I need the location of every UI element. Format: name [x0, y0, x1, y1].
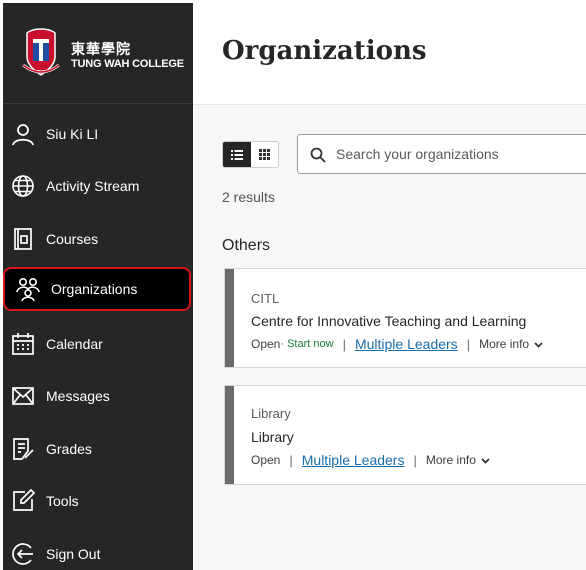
list-view-button[interactable] — [223, 142, 251, 167]
grid-view-button[interactable] — [251, 142, 279, 167]
tools-icon — [10, 488, 36, 514]
status-text: Open — [251, 337, 281, 351]
page-title: Organizations — [222, 36, 427, 66]
nav-item-label: Grades — [46, 441, 92, 457]
nav-item-organizations[interactable]: Organizations — [3, 267, 191, 311]
chevron-down-icon — [534, 342, 543, 348]
nav-item-tools[interactable]: Tools — [3, 479, 193, 523]
calendar-icon — [10, 331, 36, 357]
multiple-leaders-link[interactable]: Multiple Leaders — [302, 452, 405, 468]
nav-item-label: Siu Ki LI — [46, 126, 99, 142]
nav-item-label: Tools — [46, 493, 79, 509]
nav-item-grades[interactable]: Grades — [3, 427, 193, 471]
nav-item-label: Activity Stream — [46, 178, 140, 194]
nav-item-label: Sign Out — [46, 546, 101, 562]
nav-item-messages[interactable]: Messages — [3, 374, 193, 418]
organization-name[interactable]: Centre for Innovative Teaching and Learn… — [251, 313, 526, 329]
logo-english-name: TUNG WAH COLLEGE — [71, 58, 184, 70]
nav-item-label: Organizations — [51, 281, 138, 297]
nav-item-label: Calendar — [46, 336, 103, 352]
organizations-icon — [15, 276, 41, 302]
organization-code: CITL — [251, 291, 280, 306]
multiple-leaders-link[interactable]: Multiple Leaders — [355, 336, 458, 352]
status-text: Open — [251, 453, 281, 467]
grades-icon — [10, 436, 36, 462]
nav-divider — [3, 103, 193, 104]
nav-item-calendar[interactable]: Calendar — [3, 322, 193, 366]
more-info-button[interactable]: More info — [426, 453, 490, 467]
logo-chinese-name: 東華學院 — [71, 42, 131, 58]
grid-view-icon — [258, 149, 270, 160]
sign-out-icon — [10, 541, 36, 567]
chevron-down-icon — [481, 458, 490, 464]
globe-icon — [10, 173, 36, 199]
nav-item-profile[interactable]: Siu Ki LI — [3, 112, 193, 156]
start-now-text: · Start now — [280, 338, 334, 350]
nav-item-label: Courses — [46, 231, 99, 247]
courses-icon — [10, 226, 36, 252]
organization-name[interactable]: Library — [251, 429, 294, 445]
nav-item-activity-stream[interactable]: Activity Stream — [3, 164, 193, 208]
card-accent-bar — [225, 386, 234, 484]
list-view-icon — [230, 149, 243, 160]
search-input[interactable] — [336, 144, 576, 164]
separator: | — [413, 452, 417, 468]
nav-item-courses[interactable]: Courses — [3, 217, 193, 261]
organization-card[interactable]: Library Library Open | Multiple Leaders … — [224, 385, 586, 485]
college-logo[interactable]: 東華學院 TUNG WAH COLLEGE — [3, 3, 193, 103]
view-toggle — [222, 141, 279, 168]
organization-meta: Open | Multiple Leaders | More info — [251, 452, 490, 468]
nav-item-sign-out[interactable]: Sign Out — [3, 532, 193, 570]
search-icon — [310, 147, 326, 163]
sidebar: 東華學院 TUNG WAH COLLEGE Siu Ki LI Activity… — [3, 3, 193, 570]
user-icon — [10, 121, 36, 147]
more-info-button[interactable]: More info — [479, 337, 543, 351]
separator: | — [289, 452, 293, 468]
nav-item-label: Messages — [46, 388, 110, 404]
results-count: 2 results — [222, 189, 275, 205]
college-crest-icon — [22, 28, 60, 76]
organization-card[interactable]: CITL Centre for Innovative Teaching and … — [224, 268, 586, 368]
separator: | — [342, 336, 346, 352]
organization-code: Library — [251, 406, 291, 421]
search-box — [297, 134, 586, 174]
card-accent-bar — [225, 269, 234, 367]
envelope-icon — [10, 383, 36, 409]
section-heading: Others — [222, 237, 271, 254]
organization-meta: Open · Start now | Multiple Leaders | Mo… — [251, 336, 543, 352]
separator: | — [466, 336, 471, 352]
